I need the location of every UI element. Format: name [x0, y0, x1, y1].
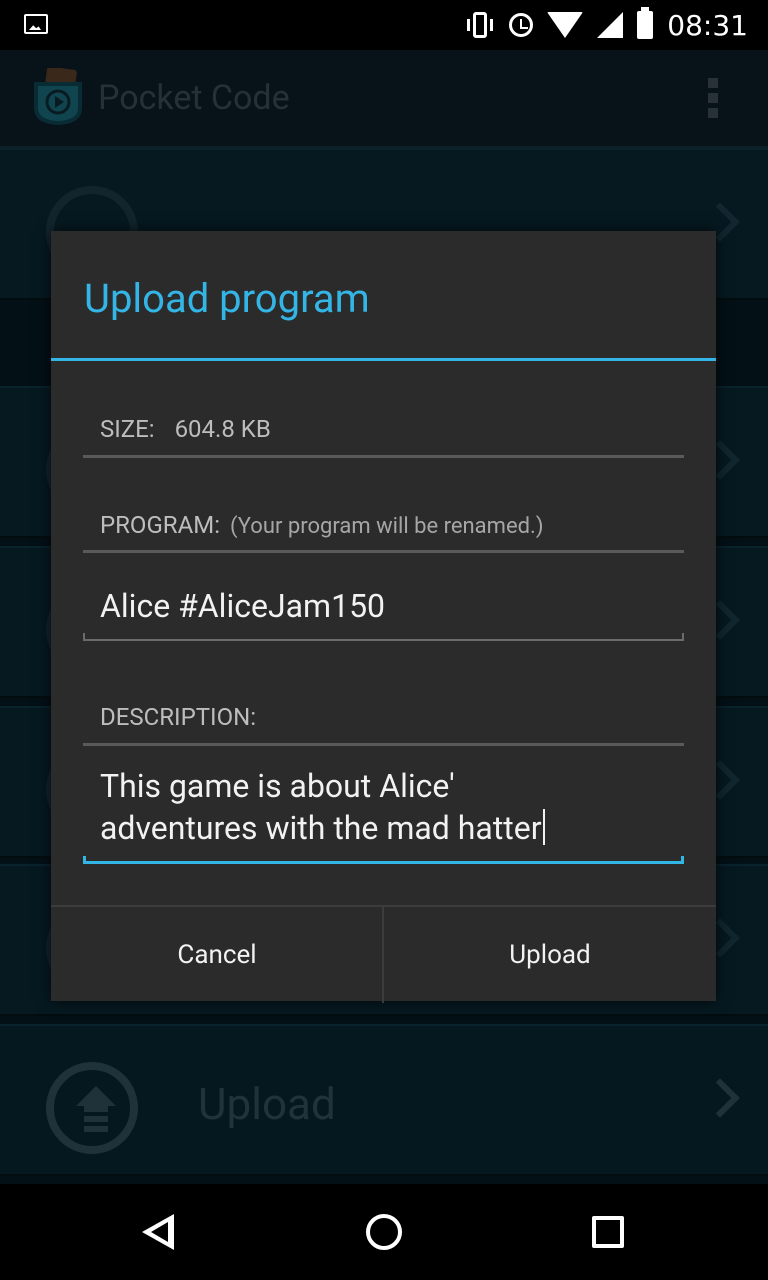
dialog-title-divider [51, 358, 716, 361]
program-divider [83, 550, 684, 553]
text-cursor [542, 809, 545, 845]
vibrate-icon [467, 12, 494, 38]
program-hint: (Your program will be renamed.) [230, 514, 544, 539]
description-line-1: This game is about Alice' [100, 767, 455, 805]
home-icon[interactable] [366, 1214, 402, 1250]
description-line-2: adventures with the mad hatter [100, 807, 545, 849]
battery-icon [637, 7, 654, 39]
upload-program-dialog: Upload program SIZE: 604.8 KB PROGRAM: (Y… [51, 231, 716, 1003]
description-underline [83, 856, 684, 864]
program-name-underline [83, 633, 684, 641]
size-value: 604.8 KB [174, 415, 271, 443]
recent-apps-icon[interactable] [592, 1216, 624, 1248]
status-bar: 08:31 [0, 0, 768, 50]
back-icon[interactable] [142, 1214, 174, 1250]
navigation-bar [0, 1184, 768, 1280]
description-divider [83, 743, 684, 746]
alarm-icon [509, 13, 534, 37]
program-row: PROGRAM: (Your program will be renamed.) [100, 511, 543, 539]
wifi-icon [547, 12, 584, 38]
dialog-button-bar: Cancel Upload [51, 905, 716, 1003]
program-name-input[interactable]: Alice #AliceJam150 [100, 587, 385, 625]
cancel-button[interactable]: Cancel [51, 907, 383, 1003]
signal-icon [597, 12, 624, 38]
size-row: SIZE: 604.8 KB [100, 415, 271, 443]
status-icons: 08:31 [465, 7, 748, 42]
image-notification-icon [24, 14, 48, 34]
description-label: DESCRIPTION: [100, 703, 257, 731]
description-input[interactable]: This game is about Alice' adventures wit… [100, 765, 545, 849]
dialog-title: Upload program [84, 275, 370, 322]
upload-button[interactable]: Upload [384, 907, 716, 1003]
clock: 08:31 [667, 8, 748, 42]
size-divider [83, 455, 684, 458]
program-label: PROGRAM: [100, 511, 220, 539]
size-label: SIZE: [100, 415, 155, 443]
